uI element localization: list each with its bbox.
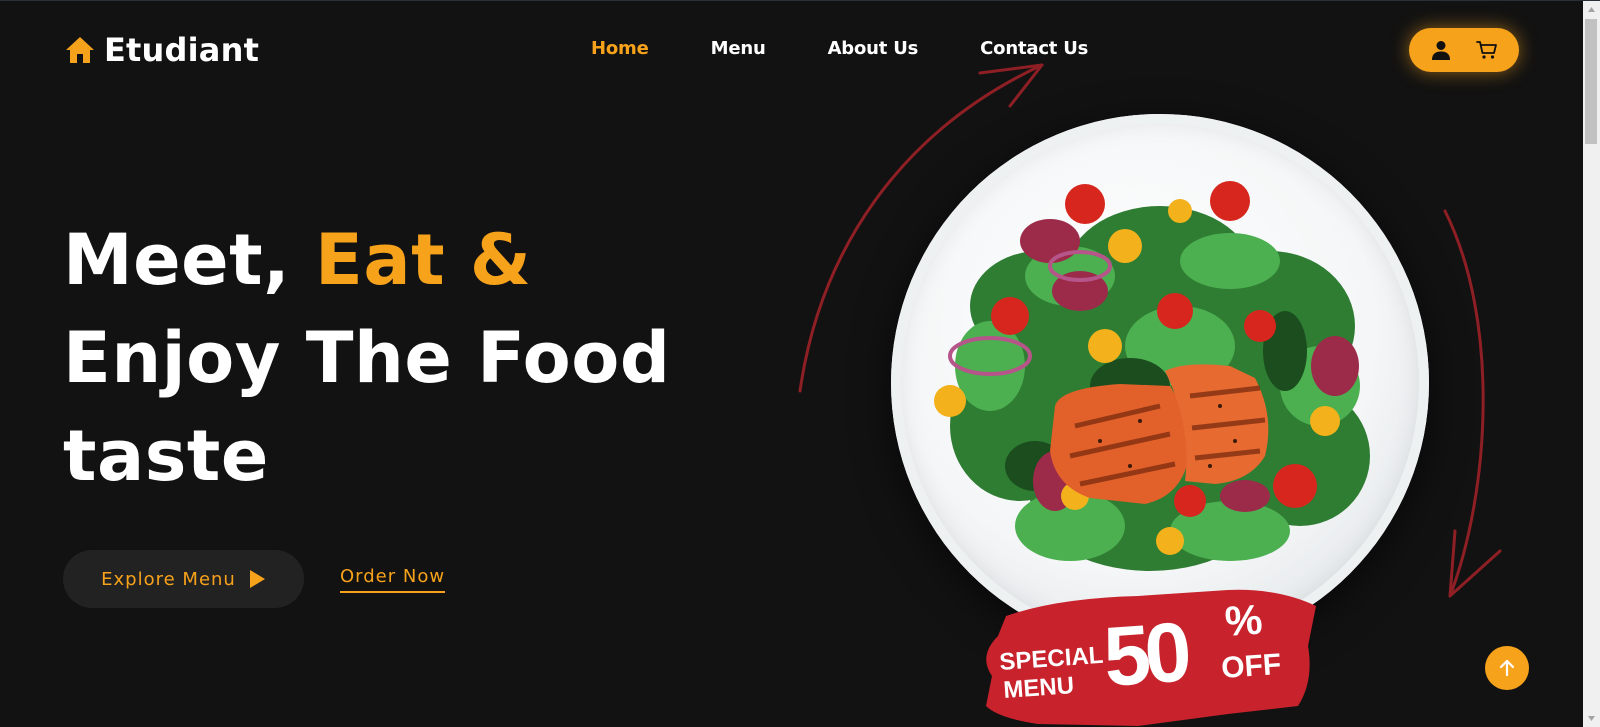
user-icon[interactable] [1429,38,1453,62]
order-now-link[interactable]: Order Now [340,566,446,593]
scrollbar-thumb[interactable] [1585,19,1597,144]
badge-percent-text: % [1223,595,1264,644]
headline-line-1: Meet, Eat & [63,211,670,309]
badge-off-text: OFF [1220,648,1282,685]
nav-contact-us[interactable]: Contact Us [980,38,1088,59]
salmon-salad-image [934,181,1370,571]
brand-name: Etudiant [104,31,260,69]
scroll-down-arrow-icon[interactable] [1583,710,1600,727]
nav-menu[interactable]: Menu [711,38,766,59]
headline-text-accent: Eat & [315,219,532,301]
hero-headline: Meet, Eat & Enjoy The Food taste [63,211,670,505]
explore-menu-button[interactable]: Explore Menu [63,550,304,608]
scroll-up-arrow-icon[interactable] [1583,1,1600,18]
headline-line-2: Enjoy The Food [63,317,671,399]
arrow-up-icon [1499,659,1515,677]
badge-value-text: 50 [1101,604,1192,704]
badge-menu-text: MENU [1003,672,1075,704]
cart-icon[interactable] [1475,38,1499,62]
brand-logo[interactable]: Etudiant [64,31,259,69]
headline-text-white: Meet, [63,219,316,301]
hero-actions: Explore Menu Order Now [63,550,446,608]
landing-page: Etudiant Home Menu About Us Contact Us M… [0,1,1583,727]
special-menu-badge: SPECIAL MENU 50 % OFF [986,589,1316,726]
page-scrollbar[interactable] [1583,1,1600,727]
house-icon [66,37,94,63]
scroll-to-top-button[interactable] [1485,646,1529,690]
nav-home[interactable]: Home [591,38,649,59]
play-icon [249,570,265,588]
headline-line-3: taste [63,415,269,497]
explore-menu-label: Explore Menu [101,568,236,590]
main-nav: Home Menu About Us Contact Us [591,38,1150,59]
nav-about-us[interactable]: About Us [828,38,919,59]
